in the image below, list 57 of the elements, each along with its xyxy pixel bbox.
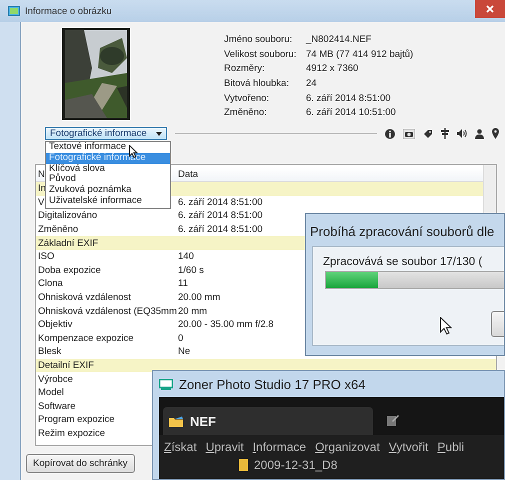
view-dropdown[interactable]: Fotografické informace (45, 127, 167, 140)
field-label: Rozměry: (224, 63, 266, 76)
menu-item[interactable]: Informace (252, 440, 306, 454)
property-name: Ohnisková vzdálenost (37, 292, 131, 304)
property-value: 1/60 s (177, 264, 204, 276)
property-name: Doba expozice (37, 264, 101, 276)
field-label: Změněno: (224, 107, 268, 120)
window-title: Informace o obrázku (25, 6, 112, 16)
column-header[interactable]: N (36, 168, 45, 180)
column-header[interactable]: Data (176, 168, 198, 180)
property-name: Model (37, 387, 64, 398)
menu-item[interactable]: Organizovat (315, 440, 380, 454)
property-name: Digitalizováno (37, 210, 98, 222)
property-value: 20.00 mm (177, 292, 220, 304)
property-name: Výrobce (37, 374, 73, 385)
property-name: ISO (37, 251, 54, 262)
property-value: 20 mm (177, 306, 208, 317)
property-name: Ohnisková vzdálenost (EQ35mm (37, 306, 177, 317)
property-name: Clona (37, 278, 63, 290)
field-label: Jméno souboru: (224, 34, 294, 47)
field-label: Vytvořeno: (224, 92, 270, 106)
property-name: Změněno (37, 224, 78, 236)
field-value: 74 MB (77 414 912 bajtů) (306, 48, 414, 62)
folder-path[interactable]: 2009-12-31_D8 (254, 458, 338, 472)
window-title: Zoner Photo Studio 17 PRO x64 (179, 376, 366, 392)
dialog-title: Probíhá zpracování souborů dle (309, 223, 496, 239)
copy-button[interactable]: Kopírovat do schránky (26, 454, 135, 473)
group-header: Detailní EXIF (37, 360, 94, 372)
property-name: Blesk (37, 346, 62, 358)
field-value: 6. září 2014 8:51:00 (306, 92, 392, 106)
group-header: Základní EXIF (37, 238, 98, 249)
field-value: 4912 x 7360 (306, 63, 360, 76)
folder-tab[interactable]: NEF (163, 407, 373, 435)
property-name: Software (37, 400, 76, 412)
property-value: 20.00 - 35.00 mm f/2.8 (177, 319, 274, 330)
property-value: 6. září 2014 8:51:00 (177, 210, 263, 222)
property-value: 0 (177, 332, 184, 344)
field-value: 6. září 2014 10:51:00 (306, 107, 397, 120)
property-value: 140 (177, 251, 194, 262)
field-label: Velikost souboru: (224, 48, 298, 62)
field-value: _N802414.NEF (306, 34, 372, 47)
menu-item[interactable]: Upravit (206, 440, 244, 454)
property-value: 6. září 2014 8:51:00 (177, 224, 263, 236)
field-label: Bitová hloubka: (224, 78, 290, 91)
property-name: V (37, 196, 44, 208)
menu-item[interactable]: Publi (437, 440, 464, 454)
property-value: Ne (177, 346, 190, 358)
field-value: 24 (306, 78, 318, 91)
property-name: Objektiv (37, 319, 72, 330)
status-message: Zpracovává se soubor 17/130 ( (322, 255, 482, 268)
menu-item[interactable]: Získat (164, 440, 197, 454)
menu-item[interactable]: Vytvořit (388, 440, 428, 454)
property-name: Kompenzace expozice (37, 332, 134, 344)
property-value: 11 (177, 278, 188, 290)
property-name: Program expozice (37, 414, 115, 426)
property-name: Režim expozice (37, 428, 106, 439)
property-value: 6. září 2014 8:51:00 (177, 196, 263, 208)
